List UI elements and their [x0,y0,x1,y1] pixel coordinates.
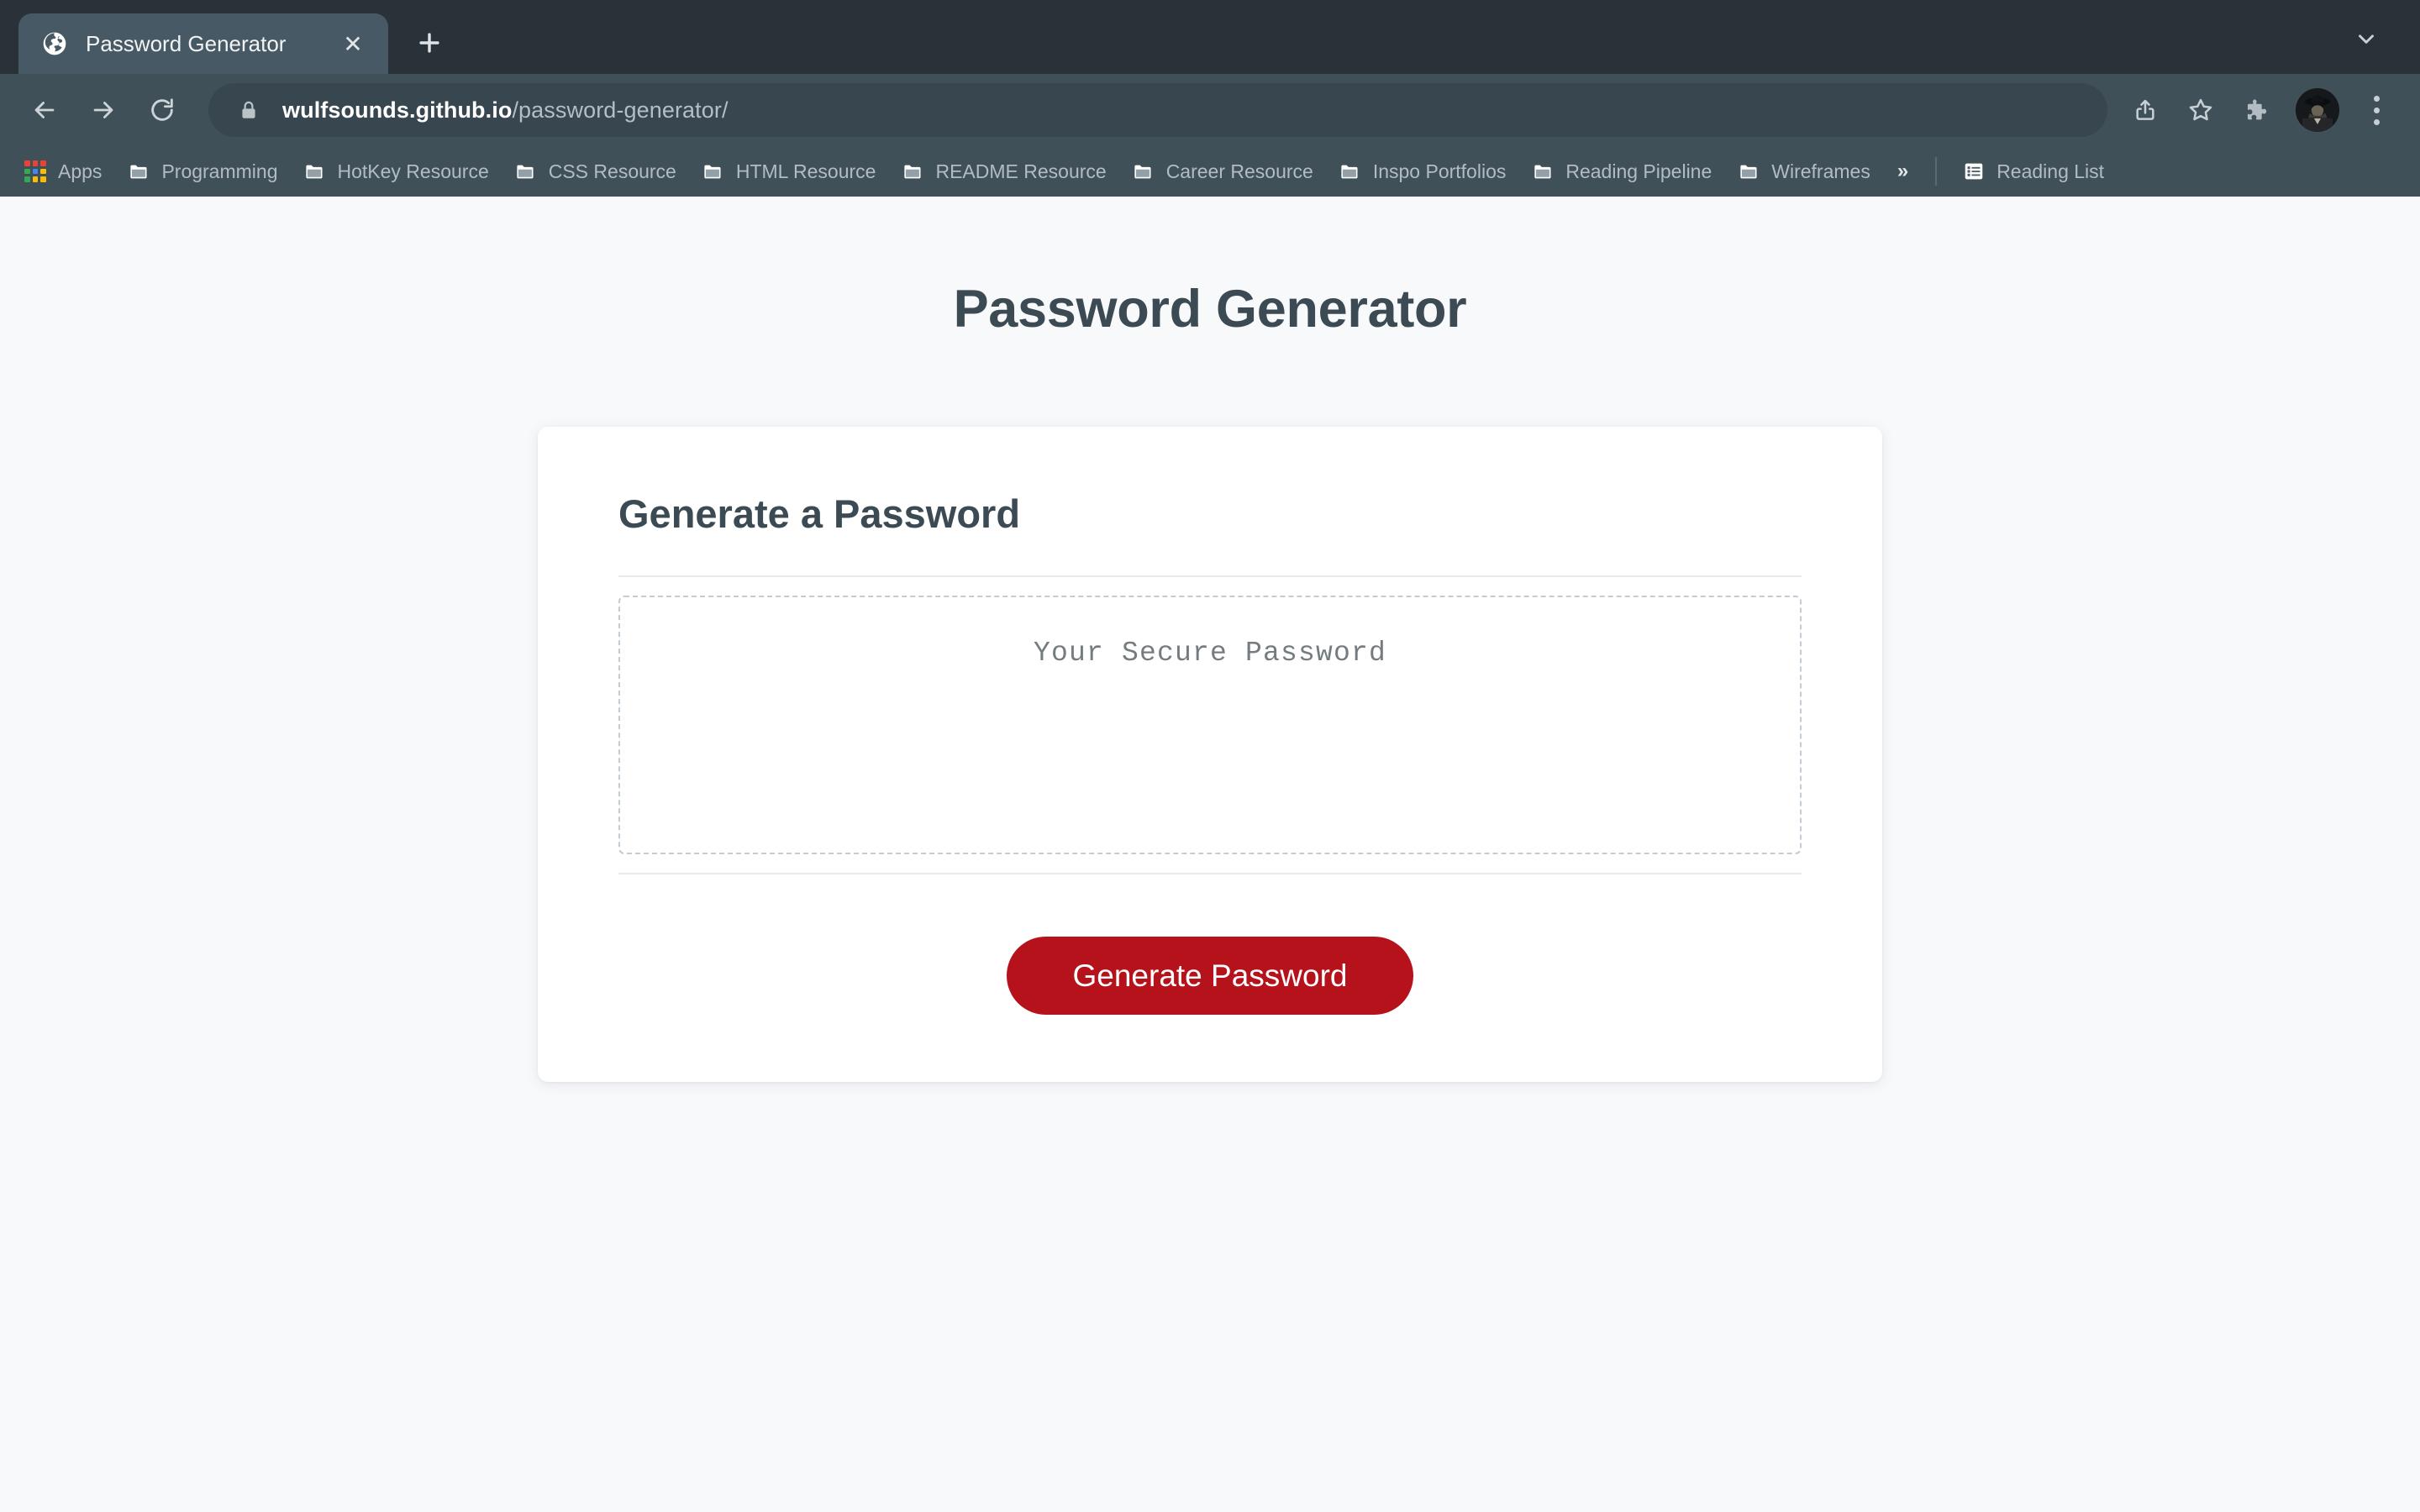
folder-icon [302,160,326,183]
bookmark-inspo-portfolios[interactable]: Inspo Portfolios [1327,155,1518,188]
bookmarks-overflow-button[interactable]: » [1884,155,1922,188]
divider-top [618,575,1802,577]
avatar[interactable] [2296,88,2339,132]
reading-list-button[interactable]: Reading List [1950,155,2116,188]
bookmark-programming[interactable]: Programming [115,155,289,188]
url-host: wulfsounds.github.io [282,97,513,123]
globe-icon [40,29,69,58]
folder-icon [1132,160,1155,183]
bookmark-label: Apps [58,160,103,182]
page-title: Password Generator [953,280,1467,339]
browser-toolbar: wulfsounds.github.io/password-generator/ [0,74,2420,146]
button-row: Generate Password [618,937,1802,1015]
page-viewport: Password Generator Generate a Password Y… [0,197,2420,1512]
bookmark-label: Programming [161,160,278,182]
bookmark-label: CSS Resource [548,160,676,182]
folder-icon [1737,160,1760,183]
star-icon[interactable] [2176,86,2225,134]
browser-window: Password Generator ✕ wulfsounds.github.i… [0,0,2420,1512]
bookmark-apps[interactable]: Apps [12,155,113,188]
lock-icon [237,98,260,122]
bookmark-label: Inspo Portfolios [1372,160,1507,182]
back-arrow-icon[interactable] [18,84,71,136]
bookmark-readme-resource[interactable]: README Resource [889,155,1118,188]
folder-icon [514,160,538,183]
folder-icon [127,160,150,183]
bookmarks-divider [1935,157,1938,186]
folder-icon [901,160,924,183]
reading-list-icon [1962,160,1986,183]
card-heading: Generate a Password [618,491,1021,536]
bookmark-hotkey-resource[interactable]: HotKey Resource [291,155,500,188]
bookmark-wireframes[interactable]: Wireframes [1725,155,1882,188]
tab-title: Password Generator [86,30,287,56]
bookmark-label: Career Resource [1165,160,1313,182]
generator-card: Generate a Password Your Secure Password… [538,427,1882,1082]
bookmark-label: README Resource [935,160,1107,182]
tab-strip: Password Generator ✕ [0,0,2420,74]
password-output-field[interactable]: Your Secure Password [618,596,1802,854]
puzzle-piece-icon[interactable] [2232,86,2281,134]
bookmarks-bar: Apps Programming HotKey Resource CSS Res… [0,146,2420,197]
bookmark-reading-pipeline[interactable]: Reading Pipeline [1519,155,1723,188]
apps-grid-icon [24,160,47,183]
reading-list-label: Reading List [1996,160,2105,182]
url-text: wulfsounds.github.io/password-generator/ [282,97,729,123]
bookmark-label: Reading Pipeline [1565,160,1712,182]
bookmark-career-resource[interactable]: Career Resource [1120,155,1325,188]
folder-icon [1531,160,1555,183]
three-dot-menu-icon[interactable] [2354,86,2398,134]
tab-password-generator[interactable]: Password Generator ✕ [18,13,388,74]
reload-icon[interactable] [136,84,188,136]
folder-icon [702,160,725,183]
bookmark-label: Wireframes [1771,160,1870,182]
folder-icon [1339,160,1362,183]
chevron-down-icon[interactable] [2343,15,2390,62]
url-path: /password-generator/ [512,97,729,123]
bookmark-label: HotKey Resource [337,160,489,182]
share-icon[interactable] [2121,86,2170,134]
bookmark-html-resource[interactable]: HTML Resource [690,155,888,188]
forward-arrow-icon[interactable] [77,84,129,136]
bookmark-label: HTML Resource [735,160,876,182]
divider-bottom [618,873,1802,874]
password-placeholder-text: Your Secure Password [1033,638,1387,669]
bookmark-css-resource[interactable]: CSS Resource [502,155,688,188]
address-bar[interactable]: wulfsounds.github.io/password-generator/ [208,83,2107,137]
new-tab-button[interactable] [403,17,455,69]
close-icon[interactable]: ✕ [336,27,370,60]
generate-password-button[interactable]: Generate Password [1007,937,1413,1015]
